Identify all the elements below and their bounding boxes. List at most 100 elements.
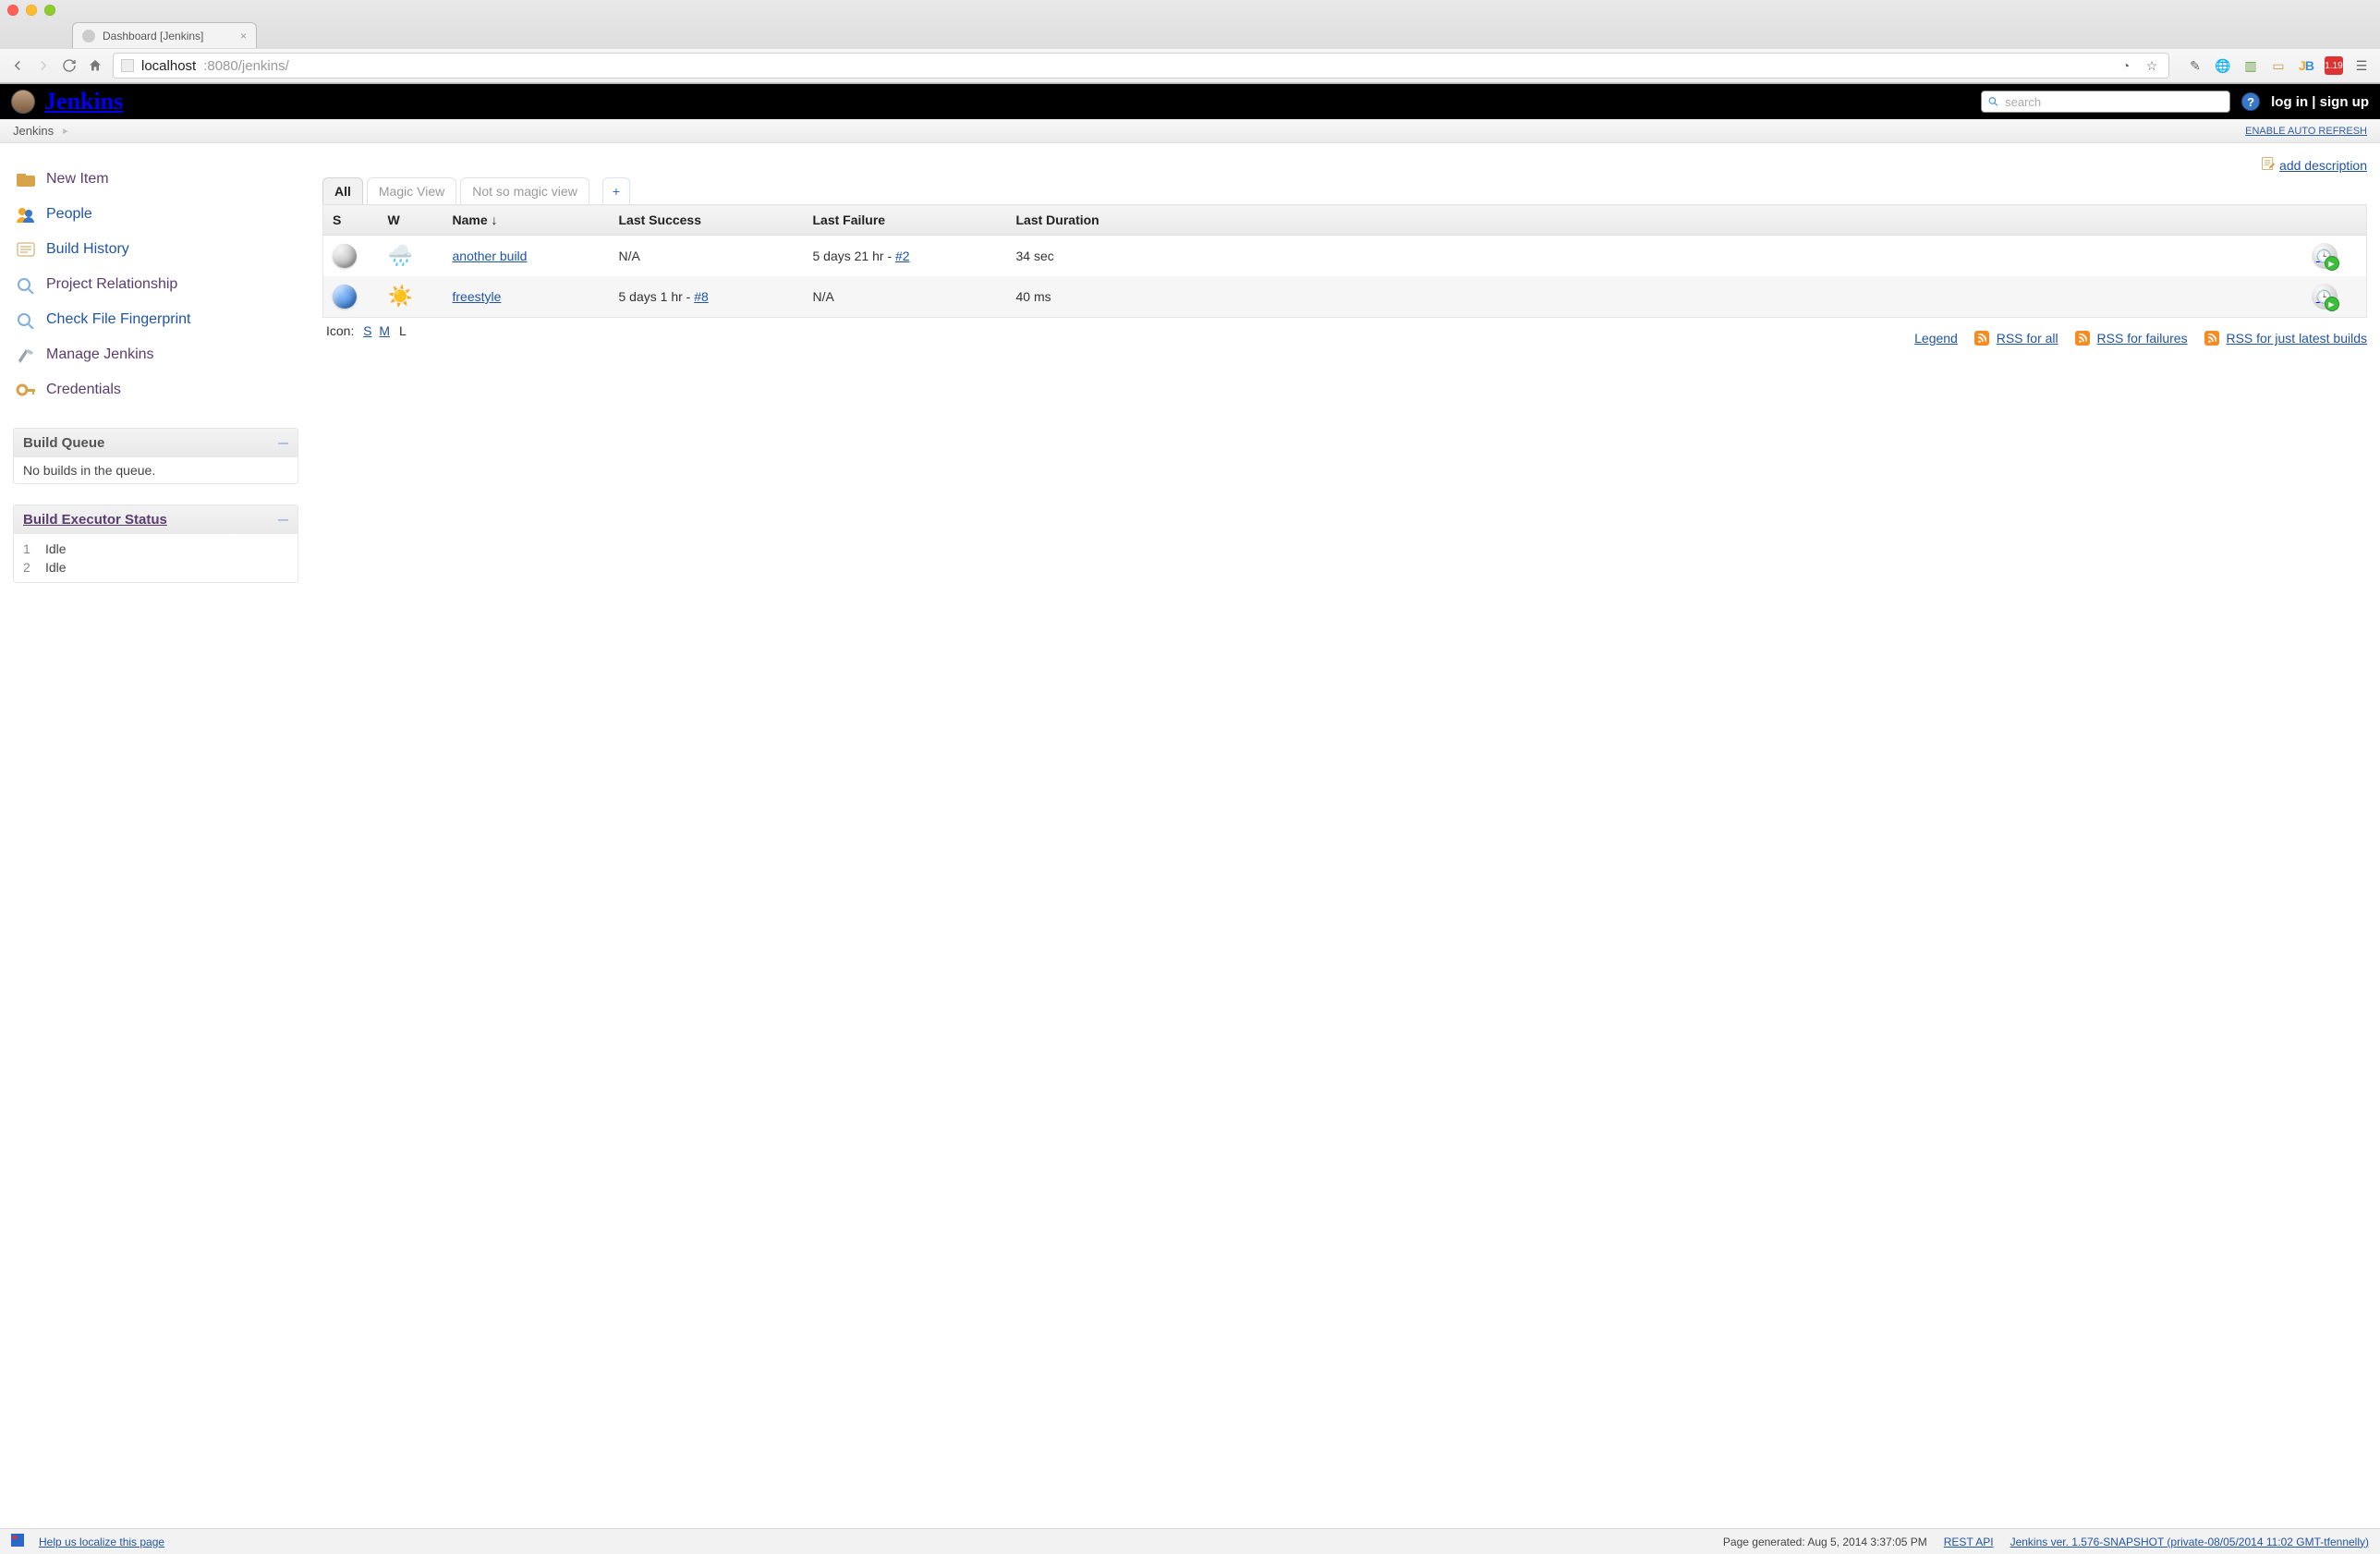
localize-link[interactable]: Help us localize this page [39,1536,164,1548]
rss-latest-link[interactable]: RSS for just latest builds [2226,331,2367,346]
jenkins-searchbox[interactable] [1981,91,2230,113]
zoom-window-button[interactable] [44,5,55,16]
col-status[interactable]: S [323,205,379,236]
close-window-button[interactable] [7,5,18,16]
collapse-icon[interactable]: — [278,438,288,449]
executor-row: 1 Idle [23,540,288,558]
forward-button[interactable] [35,57,52,74]
browser-tab[interactable]: Dashboard [Jenkins] × [72,22,257,48]
table-row: 🌧️ another build N/A 5 days 21 hr - #2 3… [323,236,2367,277]
collapse-icon[interactable]: — [278,515,288,526]
close-tab-icon[interactable]: × [240,30,247,42]
job-link-another-build[interactable]: another build [453,249,528,263]
executor-row: 2 Idle [23,558,288,577]
login-link[interactable]: log in [2271,94,2308,110]
sidebar-item-project-relationship[interactable]: Project Relationship [13,267,298,302]
rest-api-link[interactable]: REST API [1944,1536,1994,1548]
sidebar-item-label: New Item [46,171,109,188]
executor-number: 1 [23,541,36,556]
sidebar-item-people[interactable]: People [13,197,298,232]
schedule-build-button[interactable]: 🕒 [2312,243,2358,269]
job-link-freestyle[interactable]: freestyle [453,289,502,304]
minimize-window-button[interactable] [26,5,37,16]
clock-play-icon: 🕒 [2312,243,2338,269]
search-icon [1987,95,1999,108]
executor-state: Idle [45,541,67,556]
status-grey-icon [333,244,357,268]
extension-devtools-icon[interactable]: ▥ [2241,56,2260,75]
col-last-success[interactable]: Last Success [610,205,804,236]
extension-globe-icon[interactable]: 🌐 [2214,56,2232,75]
build-queue-body: No builds in the queue. [14,457,298,483]
back-button[interactable] [9,57,26,74]
tab-magic-view[interactable]: Magic View [367,177,456,204]
credentials-icon [15,379,37,401]
jenkins-favicon-icon [82,30,95,42]
omnibox-action-icon[interactable]: ◔ [2117,56,2135,75]
relationship-icon [15,273,37,296]
icon-size-large: L [399,323,407,338]
window-controls [7,5,55,16]
queue-empty-text: No builds in the queue. [23,463,155,478]
sidebar-item-credentials[interactable]: Credentials [13,372,298,407]
clock-play-icon: 🕒 [2312,284,2338,310]
bookmark-star-icon[interactable]: ☆ [2143,56,2161,75]
tab-not-so-magic-view[interactable]: Not so magic view [460,177,589,204]
chrome-menu-icon[interactable]: ☰ [2352,56,2371,75]
cell-last-failure: 5 days 21 hr - #2 [804,236,1007,277]
edit-icon [2261,156,2276,174]
build-history-icon [15,238,37,261]
extension-badge-icon[interactable]: 1.19 [2325,56,2343,75]
col-weather[interactable]: W [379,205,443,236]
schedule-build-button[interactable]: 🕒 [2312,284,2358,310]
executor-title-link[interactable]: Build Executor Status [23,512,167,528]
sidebar-item-label: Build History [46,241,129,258]
icon-size-medium[interactable]: M [379,323,390,338]
manage-icon [15,344,37,366]
sidebar-item-label: People [46,206,92,223]
col-last-failure[interactable]: Last Failure [804,205,1007,236]
enable-auto-refresh-link[interactable]: ENABLE AUTO REFRESH [2245,126,2367,137]
extension-eyedropper-icon[interactable]: ✎ [2186,56,2204,75]
extension-page-icon[interactable]: ▭ [2269,56,2288,75]
help-icon[interactable]: ? [2241,92,2260,111]
sidebar-tasks: New Item People Build History Project Re… [13,162,298,407]
address-bar[interactable]: localhost:8080/jenkins/ ◔ ☆ [113,53,2169,79]
generated-text: Page generated: Aug 5, 2014 3:37:05 PM [1723,1536,1927,1548]
add-view-button[interactable]: + [602,177,630,204]
url-host: localhost [141,58,196,74]
sidebar-item-label: Project Relationship [46,276,177,293]
rss-failures-link[interactable]: RSS for failures [2097,331,2188,346]
cell-last-success: N/A [610,236,804,277]
add-description-link[interactable]: add description [2279,158,2367,173]
rss-all-link[interactable]: RSS for all [1997,331,2058,346]
home-button[interactable] [87,57,103,74]
tab-all[interactable]: All [322,177,363,204]
cell-last-duration: 40 ms [1007,276,2302,318]
rss-latest: RSS for just latest builds [2204,331,2367,346]
build-link[interactable]: #8 [694,289,709,304]
sidebar-item-fingerprint[interactable]: Check File Fingerprint [13,302,298,337]
legend-link[interactable]: Legend [1914,331,1958,346]
version-link[interactable]: Jenkins ver. 1.576-SNAPSHOT (private-08/… [2010,1536,2369,1548]
icon-size-small[interactable]: S [363,323,371,338]
sidebar-item-build-history[interactable]: Build History [13,232,298,267]
weather-stormy-icon: 🌧️ [388,244,413,267]
rss-icon [2204,331,2219,346]
rss-failures: RSS for failures [2075,331,2188,346]
executor-pane: Build Executor Status — 1 Idle 2 Idle [13,504,298,583]
sidebar-item-new-item[interactable]: New Item [13,162,298,197]
col-last-duration[interactable]: Last Duration [1007,205,2302,236]
sidebar: New Item People Build History Project Re… [0,143,310,1528]
breadcrumb-root[interactable]: Jenkins [13,124,54,138]
jenkins-logo-link[interactable]: Jenkins [11,88,123,115]
main-content: add description All Magic View Not so ma… [310,143,2380,1528]
search-input[interactable] [2005,95,2224,109]
build-link[interactable]: #2 [895,249,910,263]
signup-link[interactable]: sign up [2320,94,2369,110]
sidebar-item-manage-jenkins[interactable]: Manage Jenkins [13,337,298,372]
extension-jb-icon[interactable]: JB [2297,56,2315,75]
tab-title: Dashboard [Jenkins] [103,30,203,42]
col-name[interactable]: Name ↓ [443,205,610,236]
reload-button[interactable] [61,57,78,74]
